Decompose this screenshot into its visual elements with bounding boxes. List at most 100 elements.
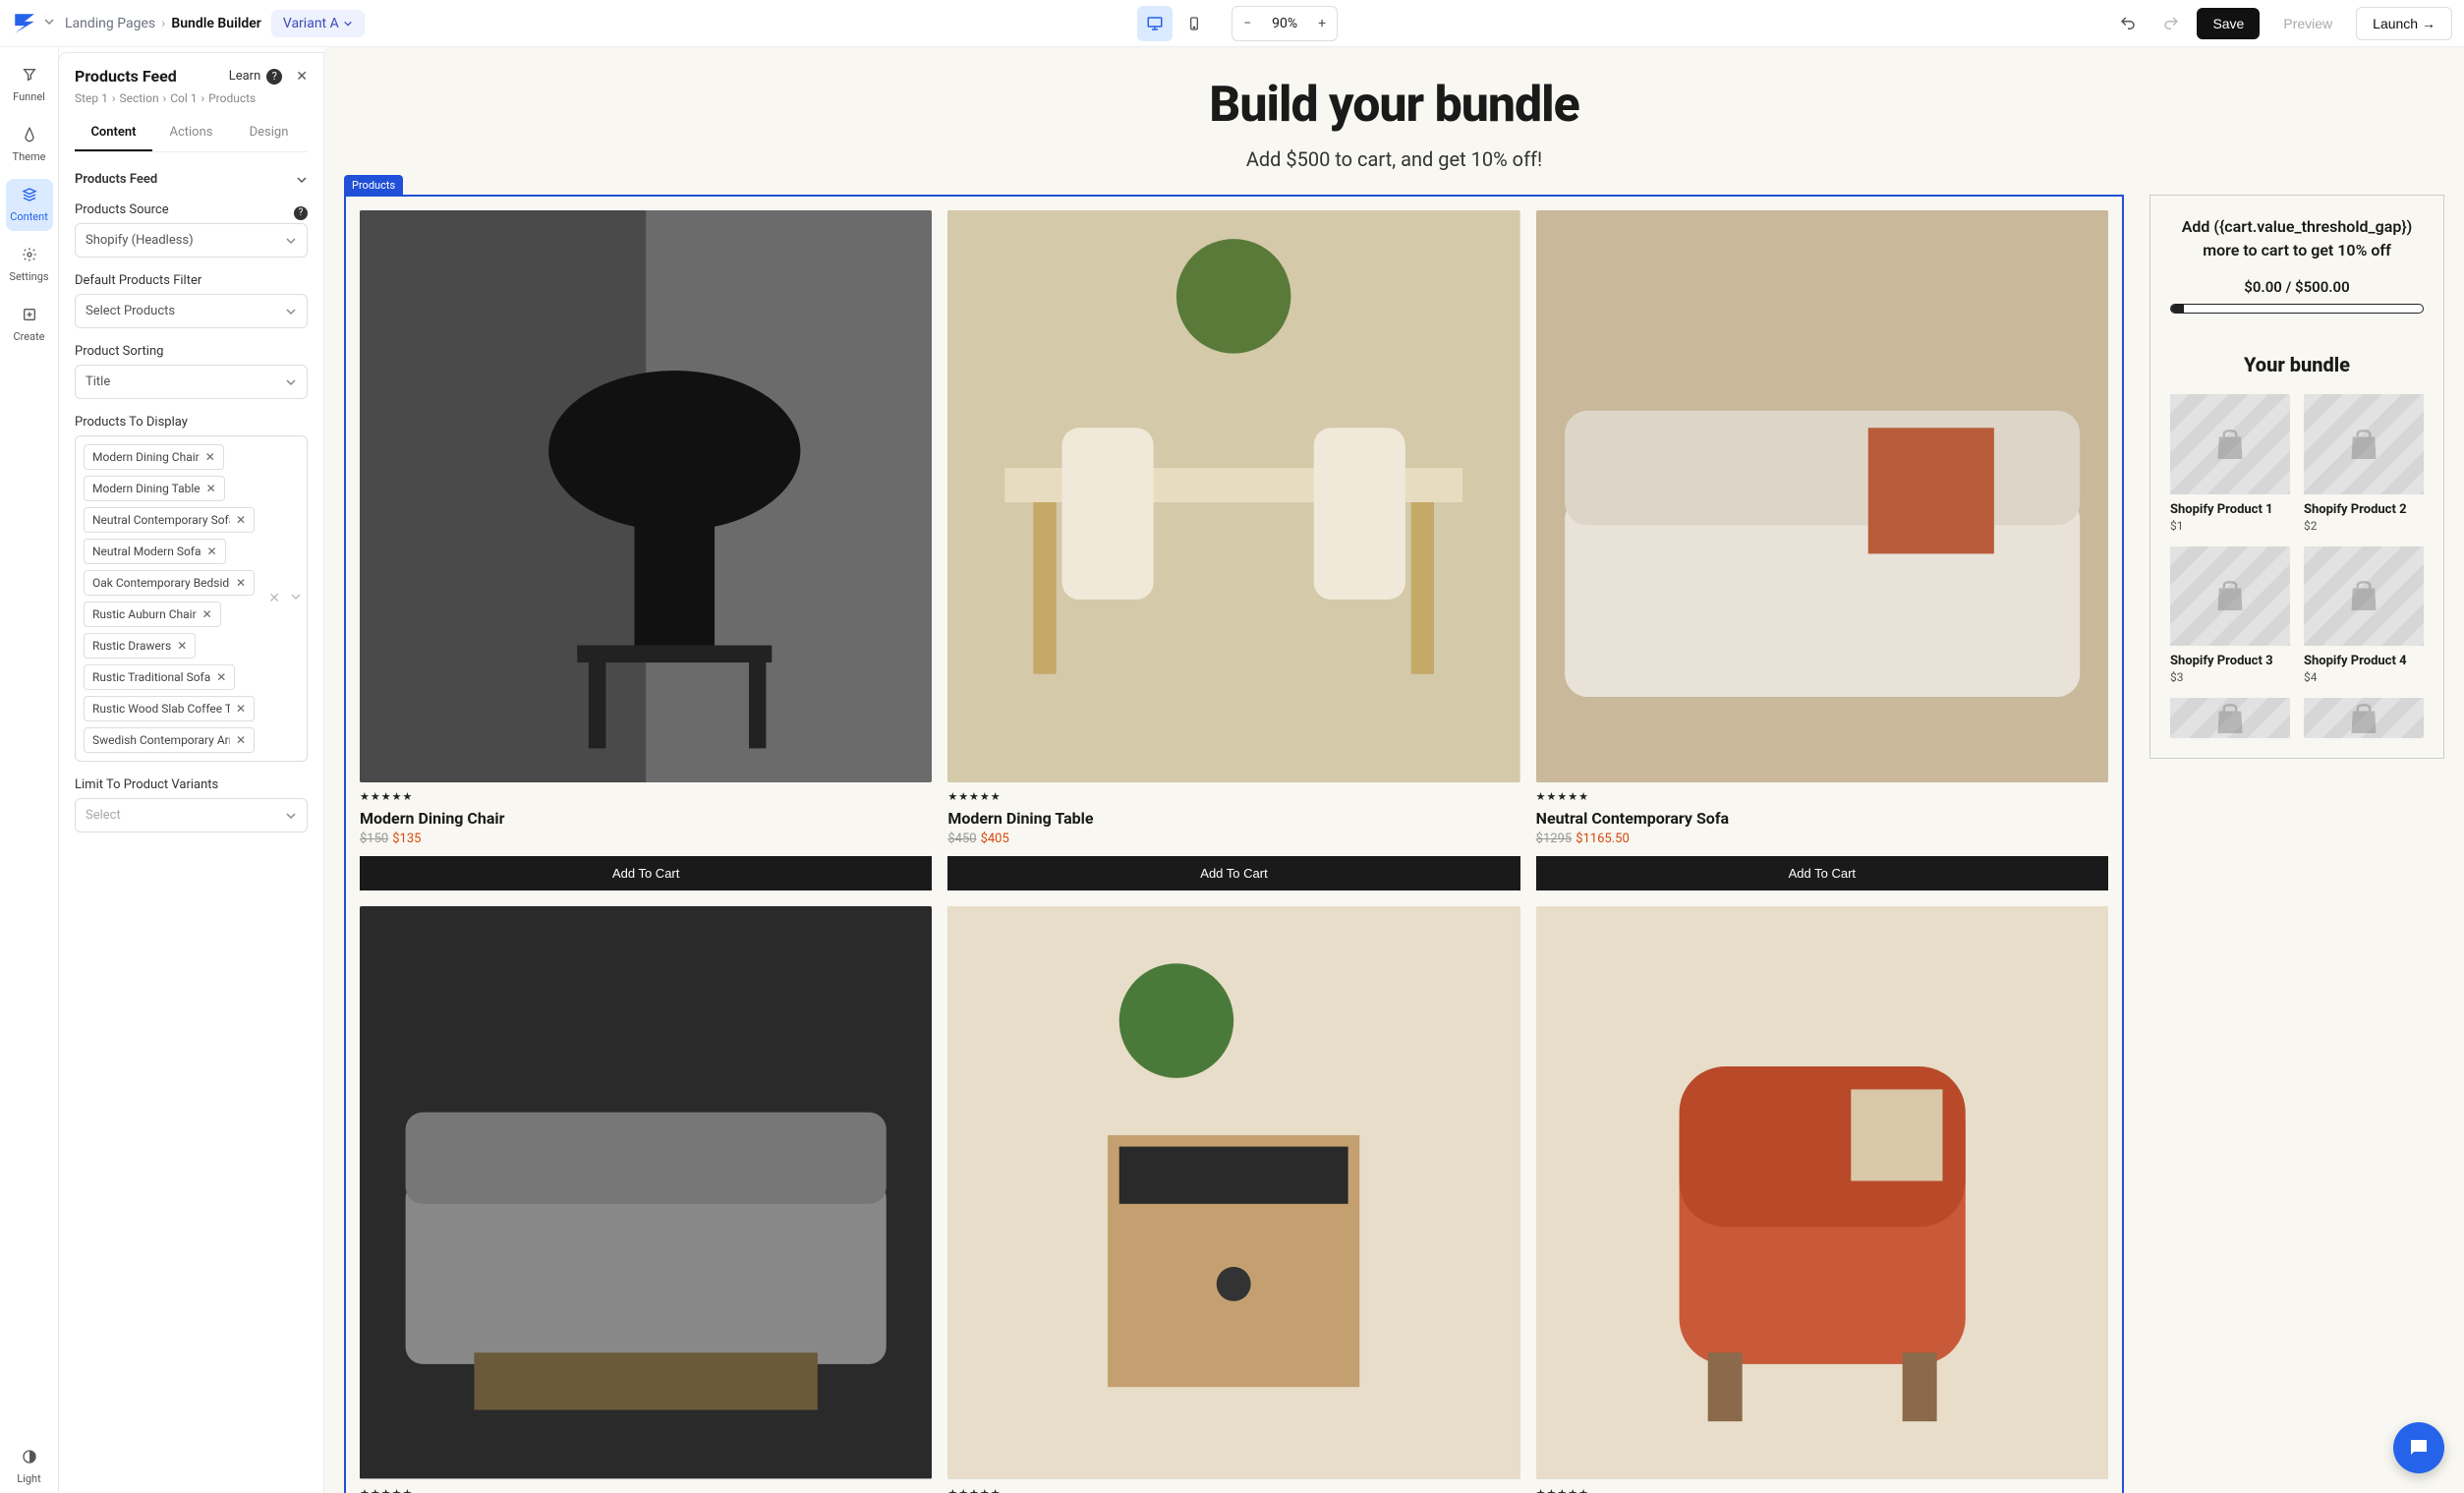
tag-label: Rustic Wood Slab Coffee T — [92, 702, 230, 716]
tag-label: Oak Contemporary Bedside — [92, 576, 230, 590]
tag-label: Modern Dining Table — [92, 482, 201, 495]
product-tag: Rustic Auburn Chair✕ — [84, 602, 221, 627]
sorting-select[interactable]: Title — [75, 365, 308, 399]
remove-tag-button[interactable]: ✕ — [205, 450, 215, 464]
device-desktop-button[interactable] — [1137, 6, 1173, 41]
bundle-item[interactable] — [2304, 698, 2424, 738]
bc-section[interactable]: Section — [119, 91, 158, 105]
chevron-down-icon[interactable] — [290, 591, 302, 603]
gear-icon — [22, 247, 37, 266]
rail-settings[interactable]: Settings — [6, 239, 53, 291]
tab-design[interactable]: Design — [230, 115, 308, 151]
product-card[interactable]: ★★★★★Neutral Contemporary Sofa$1295$1165… — [1536, 210, 2108, 890]
price-new: $405 — [981, 832, 1009, 846]
rail-theme[interactable]: Theme — [6, 119, 53, 171]
bundle-item-name: Shopify Product 1 — [2170, 502, 2290, 517]
product-image — [947, 210, 1519, 782]
product-card[interactable]: ★★★★★Neutral Modern Sofa$1050$945Add To … — [360, 906, 932, 1493]
bc-step[interactable]: Step 1 — [75, 91, 108, 105]
price-new: $1165.50 — [1576, 832, 1630, 846]
launch-button[interactable]: Launch → — [2356, 7, 2452, 40]
price-old: $1295 — [1536, 832, 1573, 846]
placeholder-image — [2170, 394, 2290, 494]
undo-button[interactable] — [2110, 6, 2146, 41]
device-mobile-button[interactable] — [1176, 6, 1212, 41]
rating-stars: ★★★★★ — [360, 790, 932, 803]
bundle-item-price: $2 — [2304, 519, 2424, 533]
help-icon: ? — [266, 69, 282, 85]
product-card[interactable]: ★★★★★Oak Contemporary Bedside...$395$355… — [947, 906, 1519, 1493]
learn-link[interactable]: Learn ? — [229, 69, 283, 85]
clear-tags-button[interactable]: ✕ — [268, 591, 280, 606]
bc-col[interactable]: Col 1 — [170, 91, 197, 105]
add-to-cart-button[interactable]: Add To Cart — [360, 856, 932, 890]
filter-value: Select Products — [86, 304, 175, 318]
zoom-out-button[interactable]: − — [1232, 16, 1262, 31]
app-logo-icon — [12, 11, 37, 36]
save-button[interactable]: Save — [2197, 8, 2260, 39]
close-panel-button[interactable]: ✕ — [296, 69, 308, 85]
bundle-item[interactable]: Shopify Product 1 $1 — [2170, 394, 2290, 533]
remove-tag-button[interactable]: ✕ — [206, 482, 216, 495]
remove-tag-button[interactable]: ✕ — [177, 639, 187, 653]
placeholder-image — [2304, 394, 2424, 494]
rating-stars: ★★★★★ — [360, 1487, 932, 1493]
remove-tag-button[interactable]: ✕ — [202, 607, 212, 621]
products-block[interactable]: Products ★★★★★Modern Dining Chair$150$13… — [344, 195, 2124, 1493]
bundle-item-name: Shopify Product 2 — [2304, 502, 2424, 517]
bundle-item[interactable]: Shopify Product 2 $2 — [2304, 394, 2424, 533]
product-card[interactable]: ★★★★★Modern Dining Chair$150$135Add To C… — [360, 210, 932, 890]
products-block-badge: Products — [344, 175, 403, 196]
canvas[interactable]: Build your bundle Add $500 to cart, and … — [324, 47, 2464, 1493]
rail-create[interactable]: Create — [6, 299, 53, 351]
left-rail: Funnel Theme Content Settings Create — [0, 47, 59, 1493]
redo-button[interactable] — [2153, 6, 2189, 41]
side-panel: Products Feed Learn ? ✕ Step 1 › Section… — [59, 53, 324, 1493]
chevron-down-icon — [285, 235, 297, 247]
rail-light[interactable]: Light — [6, 1441, 53, 1493]
rail-funnel[interactable]: Funnel — [6, 59, 53, 111]
add-to-cart-button[interactable]: Add To Cart — [1536, 856, 2108, 890]
bundle-message-line1: Add ({cart.value_threshold_gap}) — [2170, 215, 2424, 239]
placeholder-image — [2304, 698, 2424, 738]
tag-label: Rustic Drawers — [92, 639, 171, 653]
bc-products[interactable]: Products — [208, 91, 256, 105]
breadcrumb-current: Bundle Builder — [171, 16, 260, 31]
chat-fab[interactable] — [2393, 1422, 2444, 1473]
remove-tag-button[interactable]: ✕ — [216, 670, 226, 684]
help-icon[interactable]: ? — [294, 206, 308, 220]
topbar: Landing Pages › Bundle Builder Variant A… — [0, 0, 2464, 47]
breadcrumb-parent[interactable]: Landing Pages — [65, 16, 155, 31]
panel-title: Products Feed — [75, 67, 177, 86]
variant-selector[interactable]: Variant A — [271, 10, 365, 37]
tab-content[interactable]: Content — [75, 115, 152, 151]
remove-tag-button[interactable]: ✕ — [207, 545, 217, 558]
bundle-item-name: Shopify Product 3 — [2170, 654, 2290, 668]
bundle-item[interactable]: Shopify Product 3$3 — [2170, 546, 2290, 685]
product-card[interactable]: ★★★★★Modern Dining Table$450$405Add To C… — [947, 210, 1519, 890]
product-card[interactable]: ★★★★★Rustic Auburn Chair$449$404.10Add T… — [1536, 906, 2108, 1493]
label-sorting: Product Sorting — [75, 344, 308, 359]
remove-tag-button[interactable]: ✕ — [236, 733, 246, 747]
remove-tag-button[interactable]: ✕ — [236, 513, 246, 527]
remove-tag-button[interactable]: ✕ — [236, 702, 246, 716]
preview-button[interactable]: Preview — [2267, 8, 2348, 39]
zoom-in-button[interactable]: + — [1307, 16, 1337, 31]
rail-content[interactable]: Content — [6, 179, 53, 231]
bundle-item-price: $1 — [2170, 519, 2290, 533]
add-to-cart-button[interactable]: Add To Cart — [947, 856, 1519, 890]
bundle-item[interactable] — [2170, 698, 2290, 738]
tag-label: Rustic Traditional Sofa — [92, 670, 210, 684]
bundle-message: Add ({cart.value_threshold_gap}) more to… — [2170, 215, 2424, 262]
bundle-item[interactable]: Shopify Product 4$4 — [2304, 546, 2424, 685]
filter-select[interactable]: Select Products — [75, 294, 308, 328]
product-tag: Swedish Contemporary Arm✕ — [84, 727, 255, 753]
app-menu-chevron-icon[interactable] — [43, 16, 55, 31]
variants-select[interactable]: Select — [75, 798, 308, 833]
chevron-down-icon[interactable] — [296, 174, 308, 186]
tab-actions[interactable]: Actions — [152, 115, 230, 151]
rail-content-label: Content — [10, 210, 48, 223]
source-select[interactable]: Shopify (Headless) — [75, 223, 308, 258]
variants-value: Select — [86, 808, 121, 823]
remove-tag-button[interactable]: ✕ — [236, 576, 246, 590]
